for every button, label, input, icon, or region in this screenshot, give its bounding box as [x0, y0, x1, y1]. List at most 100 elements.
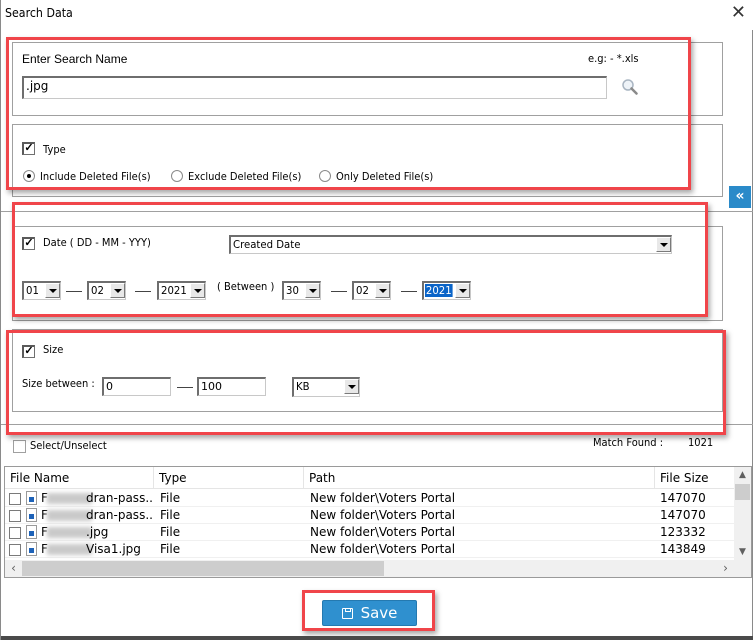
file-name: dran-pass... — [86, 491, 154, 505]
chevron-down-icon[interactable] — [375, 283, 390, 298]
row-checkbox[interactable] — [9, 493, 21, 505]
size-min-wrap — [102, 377, 171, 396]
select-all-checkbox[interactable] — [13, 440, 26, 453]
row-checkbox[interactable] — [9, 510, 21, 522]
save-label: Save — [360, 604, 398, 622]
chevron-down-icon[interactable] — [455, 283, 470, 298]
scroll-down-icon[interactable]: ▼ — [734, 544, 751, 561]
table-row[interactable]: F .jpg File New folder\Voters Portal 123… — [5, 524, 736, 541]
date-separator — [331, 291, 347, 292]
save-button[interactable]: Save — [322, 600, 417, 626]
chevron-down-icon[interactable] — [45, 283, 60, 298]
close-icon[interactable]: ✕ — [731, 2, 746, 23]
title-bar: Search Data ✕ — [1, 0, 753, 30]
horizontal-scroll-thumb[interactable] — [22, 561, 384, 576]
chevron-down-icon[interactable] — [305, 283, 320, 298]
to-day-select[interactable]: 30 — [282, 281, 321, 300]
size-max-wrap — [197, 377, 266, 396]
from-year-select[interactable]: 2021 — [157, 281, 206, 300]
file-type: File — [160, 542, 181, 556]
to-day-value: 30 — [286, 284, 299, 297]
file-path: New folder\Voters Portal — [310, 491, 456, 505]
chevron-down-icon[interactable] — [190, 283, 205, 298]
type-group — [12, 124, 723, 197]
date-type-value: Created Date — [233, 238, 301, 251]
size-unit-value: KB — [296, 380, 310, 393]
type-checkbox[interactable]: ✓ — [22, 142, 35, 155]
type-label: Type — [43, 143, 66, 156]
file-name: .jpg — [86, 525, 109, 539]
horizontal-scrollbar[interactable]: ‹ › — [5, 560, 751, 577]
file-size: 147070 — [660, 491, 706, 505]
column-header-path[interactable]: Path — [304, 467, 655, 489]
date-separator — [66, 291, 82, 292]
between-label: ( Between ) — [217, 280, 275, 293]
select-unselect-label: Select/Unselect — [30, 439, 107, 452]
table-row[interactable]: F Visa1.jpg File New folder\Voters Porta… — [5, 541, 736, 558]
row-checkbox[interactable] — [9, 527, 21, 539]
size-label: Size — [43, 343, 64, 356]
file-type: File — [160, 525, 181, 539]
file-name: dran-pass... — [86, 508, 154, 522]
size-max-input[interactable] — [201, 380, 263, 393]
divider — [1, 424, 753, 425]
chevron-down-icon[interactable] — [344, 379, 359, 394]
file-type: File — [160, 491, 181, 505]
image-file-icon — [26, 542, 37, 556]
vertical-scrollbar[interactable]: ▲ ▼ — [734, 467, 751, 561]
column-header-file-name[interactable]: File Name — [5, 467, 154, 489]
search-icon[interactable] — [621, 78, 639, 96]
date-checkbox[interactable]: ✓ — [22, 237, 35, 250]
file-type: File — [160, 508, 181, 522]
collapse-panel-button[interactable]: « — [729, 186, 751, 208]
search-name-label: Enter Search Name — [22, 52, 128, 66]
file-name: Visa1.jpg — [86, 542, 141, 556]
only-deleted-radio[interactable] — [319, 170, 331, 182]
exclude-deleted-radio[interactable] — [171, 170, 183, 182]
only-deleted-label: Only Deleted File(s) — [336, 170, 434, 183]
to-month-select[interactable]: 02 — [352, 281, 391, 300]
search-name-input-wrap — [22, 76, 607, 99]
chevron-down-icon[interactable] — [110, 283, 125, 298]
to-year-select[interactable]: 2021 — [422, 281, 471, 300]
from-day-select[interactable]: 01 — [22, 281, 61, 300]
size-group — [12, 329, 723, 412]
scroll-up-icon[interactable]: ▲ — [734, 467, 751, 484]
results-list: File Name Type Path File Size F dran-pas… — [4, 466, 752, 578]
vertical-scroll-thumb[interactable] — [735, 484, 750, 500]
size-checkbox[interactable]: ✓ — [22, 345, 35, 358]
image-file-icon — [26, 491, 37, 505]
size-min-input[interactable] — [106, 380, 168, 393]
window-title: Search Data — [5, 6, 73, 20]
table-row[interactable]: F dran-pass... File New folder\Voters Po… — [5, 490, 736, 507]
date-type-select[interactable]: Created Date — [229, 235, 672, 254]
include-deleted-radio[interactable] — [23, 170, 35, 182]
file-size: 143849 — [660, 542, 706, 556]
from-month-select[interactable]: 02 — [87, 281, 126, 300]
list-header: File Name Type Path File Size — [5, 467, 736, 489]
file-size: 147070 — [660, 508, 706, 522]
exclude-deleted-label: Exclude Deleted File(s) — [188, 170, 302, 183]
row-checkbox[interactable] — [9, 544, 21, 556]
scroll-left-icon[interactable]: ‹ — [5, 560, 22, 577]
image-file-icon — [26, 525, 37, 539]
table-row[interactable]: F dran-pass... File New folder\Voters Po… — [5, 507, 736, 524]
file-path: New folder\Voters Portal — [310, 525, 456, 539]
search-hint: e.g: - *.xls — [588, 52, 639, 65]
image-file-icon — [26, 508, 37, 522]
file-path: New folder\Voters Portal — [310, 508, 456, 522]
include-deleted-label: Include Deleted File(s) — [40, 170, 151, 183]
chevron-down-icon[interactable] — [656, 237, 671, 252]
column-header-file-size[interactable]: File Size — [655, 467, 736, 489]
match-count: 1021 — [688, 436, 714, 449]
search-name-input[interactable] — [26, 79, 604, 93]
scroll-right-icon[interactable]: › — [717, 560, 734, 577]
match-found-label: Match Found : — [593, 436, 664, 449]
column-header-type[interactable]: Type — [154, 467, 304, 489]
size-unit-select[interactable]: KB — [292, 377, 360, 397]
size-separator — [177, 387, 193, 388]
date-separator — [401, 291, 417, 292]
to-month-value: 02 — [356, 284, 369, 297]
date-separator — [135, 291, 151, 292]
file-path: New folder\Voters Portal — [310, 542, 456, 556]
